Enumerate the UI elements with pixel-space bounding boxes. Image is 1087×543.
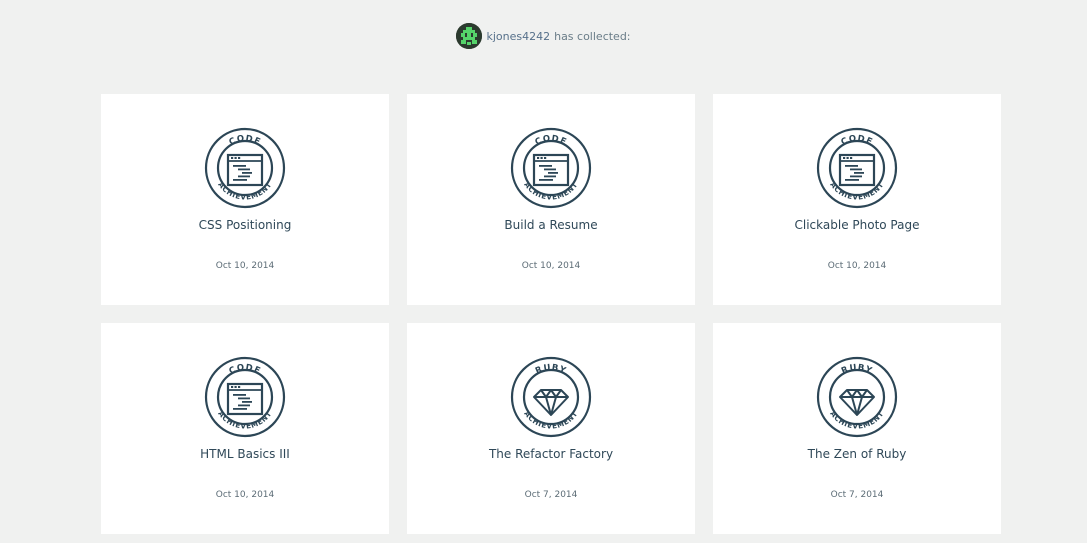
badge-achievement-text: ACHIEVEMENT (828, 180, 885, 201)
achievement-title[interactable]: Clickable Photo Page (713, 218, 1001, 232)
svg-text:CODE: CODE (840, 134, 875, 148)
achievement-date: Oct 10, 2014 (521, 261, 581, 271)
ruby-gem-icon (839, 389, 875, 416)
badge-category-text: CODE (840, 134, 874, 148)
svg-text:RUBY: RUBY (840, 363, 874, 377)
achievement-card[interactable]: RUBY ACHIEVEMENT The Zen of Ruby Oct 7, … (713, 323, 1001, 534)
svg-text:CODE: CODE (228, 134, 263, 148)
achievement-badge: RUBY ACHIEVEMENT (510, 356, 592, 438)
svg-text:RUBY: RUBY (534, 363, 568, 377)
code-window-icon (226, 153, 264, 187)
achievement-date: Oct 10, 2014 (827, 261, 887, 271)
profile-header: kjones4242 has collected: (0, 22, 1087, 50)
achievement-date: Oct 7, 2014 (830, 490, 884, 500)
svg-text:CODE: CODE (228, 363, 263, 377)
svg-text:ACHIEVEMENT: ACHIEVEMENT (522, 180, 579, 201)
achievement-card[interactable]: CODE ACHIEVEMENT HTML Basics III Oct 10,… (101, 323, 389, 534)
badge-category-text: RUBY (534, 363, 567, 377)
achievement-title[interactable]: The Zen of Ruby (713, 447, 1001, 461)
svg-text:CODE: CODE (534, 134, 569, 148)
badge-category-text: CODE (534, 134, 568, 148)
badge-category-text: CODE (228, 363, 262, 377)
achievement-card[interactable]: CODE ACHIEVEMENT CSS Positioning Oct 10,… (101, 94, 389, 305)
achievement-date: Oct 7, 2014 (524, 490, 578, 500)
code-window-icon (532, 153, 570, 187)
avatar[interactable] (456, 23, 483, 49)
badge-achievement-text: ACHIEVEMENT (216, 409, 273, 430)
achievement-badge: CODE ACHIEVEMENT (204, 356, 286, 438)
achievement-card[interactable]: CODE ACHIEVEMENT Build a Resume Oct 10, … (407, 94, 695, 305)
pixel-avatar-icon (456, 23, 483, 49)
achievement-title[interactable]: The Refactor Factory (407, 447, 695, 461)
achievement-badge: CODE ACHIEVEMENT (816, 127, 898, 209)
achievement-title[interactable]: Build a Resume (407, 218, 695, 232)
svg-text:ACHIEVEMENT: ACHIEVEMENT (216, 180, 273, 201)
badge-achievement-text: ACHIEVEMENT (522, 180, 579, 201)
ruby-gem-icon (533, 389, 569, 416)
badge-category-text: CODE (228, 134, 262, 148)
username-link[interactable]: kjones4242 (486, 30, 550, 43)
svg-text:ACHIEVEMENT: ACHIEVEMENT (216, 409, 273, 430)
achievement-badge: CODE ACHIEVEMENT (204, 127, 286, 209)
achievement-card[interactable]: RUBY ACHIEVEMENT The Refactor Factory Oc… (407, 323, 695, 534)
achievement-badge: CODE ACHIEVEMENT (510, 127, 592, 209)
svg-text:ACHIEVEMENT: ACHIEVEMENT (828, 180, 885, 201)
collected-label: has collected: (554, 29, 631, 43)
badge-achievement-text: ACHIEVEMENT (216, 180, 273, 201)
achievement-date: Oct 10, 2014 (215, 261, 275, 271)
achievement-title[interactable]: CSS Positioning (101, 218, 389, 232)
achievement-card[interactable]: CODE ACHIEVEMENT Clickable Photo Page Oc… (713, 94, 1001, 305)
achievement-date: Oct 10, 2014 (215, 490, 275, 500)
badge-category-text: RUBY (840, 363, 873, 377)
achievement-badge: RUBY ACHIEVEMENT (816, 356, 898, 438)
achievement-title[interactable]: HTML Basics III (101, 447, 389, 461)
code-window-icon (226, 382, 264, 416)
code-window-icon (838, 153, 876, 187)
